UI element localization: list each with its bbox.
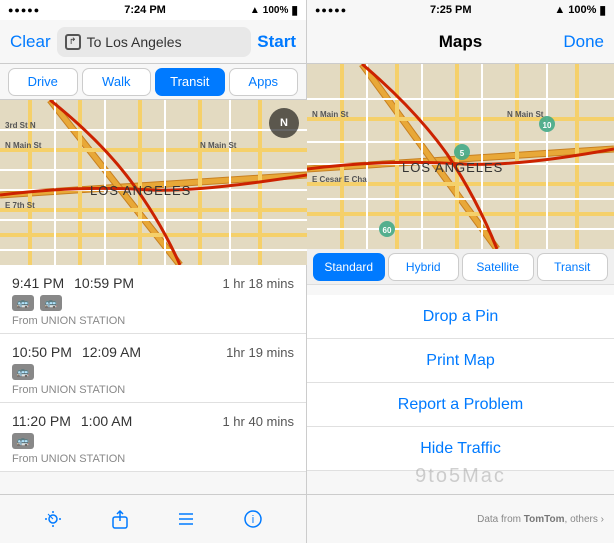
battery-right: 100% — [568, 4, 596, 16]
signal-right: ●●●●● — [315, 5, 347, 15]
map-left[interactable]: LOS ANGELES N Main St E 7th St 3rd St N … — [0, 100, 307, 265]
map-type-standard[interactable]: Standard — [313, 253, 385, 281]
route-item[interactable]: 9:41 PM 10:59 PM 1 hr 18 mins 🚌 🚌 From U… — [0, 265, 306, 334]
status-bar-right: ●●●●● 7:25 PM ▲ 100% ▮ — [307, 0, 614, 20]
arrive-time: 10:59 PM — [74, 275, 134, 291]
map-type-transit[interactable]: Transit — [537, 253, 609, 281]
tab-transit[interactable]: Transit — [155, 68, 225, 96]
svg-text:N Main St: N Main St — [312, 110, 349, 119]
depart-time: 11:20 PM — [12, 413, 71, 429]
turn-icon: ↱ — [65, 34, 81, 50]
bus-icon: 🚌 — [12, 295, 34, 311]
print-map-button[interactable]: Print Map — [307, 339, 614, 383]
svg-text:LOS ANGELES: LOS ANGELES — [90, 183, 191, 198]
tab-drive[interactable]: Drive — [8, 68, 78, 96]
destination-text: To Los Angeles — [87, 34, 182, 50]
svg-text:E Cesar E Cha: E Cesar E Cha — [312, 175, 367, 184]
search-box: ↱ To Los Angeles — [57, 27, 252, 57]
battery-left: 100% — [263, 5, 289, 16]
route-item[interactable]: 10:50 PM 12:09 AM 1hr 19 mins 🚌 From UNI… — [0, 334, 306, 403]
svg-text:N Main St: N Main St — [507, 110, 544, 119]
route-duration: 1hr 19 mins — [226, 345, 294, 360]
arrive-time: 1:00 AM — [81, 413, 132, 429]
attribution-text: Data from TomTom, others › — [477, 514, 604, 525]
depart-time: 9:41 PM — [12, 275, 64, 291]
svg-text:3rd St N: 3rd St N — [5, 121, 36, 130]
start-button[interactable]: Start — [257, 32, 296, 52]
route-times: 10:50 PM 12:09 AM 1hr 19 mins — [12, 344, 294, 360]
tab-bar: Drive Walk Transit Apps — [0, 64, 306, 100]
report-problem-button[interactable]: Report a Problem — [307, 383, 614, 427]
share-button[interactable] — [106, 505, 134, 533]
battery-icon-left: ▮ — [291, 3, 298, 17]
svg-text:i: i — [252, 514, 254, 526]
arrive-time: 12:09 AM — [82, 344, 141, 360]
menu-list: Drop a Pin Print Map Report a Problem Hi… — [307, 285, 614, 494]
route-icons: 🚌 — [12, 364, 294, 380]
bottom-toolbar-right: Data from TomTom, others › — [307, 494, 614, 543]
hide-traffic-button[interactable]: Hide Traffic — [307, 427, 614, 471]
right-panel: ●●●●● 7:25 PM ▲ 100% ▮ Maps Done — [307, 0, 614, 543]
status-icons-right: ▲ 100% ▮ — [554, 3, 606, 17]
svg-text:N Main St: N Main St — [200, 141, 237, 150]
time-left: 7:24 PM — [124, 4, 166, 16]
map-type-bar: Standard Hybrid Satellite Transit — [307, 249, 614, 285]
route-from: From UNION STATION — [12, 315, 294, 327]
bus-icon: 🚌 — [12, 364, 34, 380]
info-button[interactable]: i — [239, 505, 267, 533]
location-button[interactable] — [39, 505, 67, 533]
arrow-icon-right: ▲ — [554, 4, 565, 16]
route-icons: 🚌 — [12, 433, 294, 449]
bus-icon-2: 🚌 — [40, 295, 62, 311]
status-icons-left: ▲ 100% ▮ — [250, 3, 298, 17]
time-right: 7:25 PM — [430, 4, 472, 16]
svg-text:10: 10 — [543, 121, 552, 130]
nav-bar-left: Clear ↱ To Los Angeles Start — [0, 20, 306, 64]
route-item[interactable]: 11:20 PM 1:00 AM 1 hr 40 mins 🚌 From UNI… — [0, 403, 306, 472]
svg-text:N Main St: N Main St — [5, 141, 42, 150]
signal-left: ●●●●● — [8, 5, 40, 15]
clear-button[interactable]: Clear — [10, 32, 51, 52]
bottom-toolbar-left: i — [0, 494, 306, 543]
compass: N — [269, 108, 299, 138]
route-times: 11:20 PM 1:00 AM 1 hr 40 mins — [12, 413, 294, 429]
route-times: 9:41 PM 10:59 PM 1 hr 18 mins — [12, 275, 294, 291]
left-panel: ●●●●● 7:24 PM ▲ 100% ▮ Clear ↱ To Los An… — [0, 0, 307, 543]
arrow-icon-left: ▲ — [250, 5, 260, 16]
route-icons: 🚌 🚌 — [12, 295, 294, 311]
route-duration: 1 hr 18 mins — [222, 276, 294, 291]
tab-apps[interactable]: Apps — [229, 68, 299, 96]
depart-time: 10:50 PM — [12, 344, 72, 360]
route-duration: 1 hr 40 mins — [222, 414, 294, 429]
svg-text:E 7th St: E 7th St — [5, 201, 35, 210]
status-bar-left: ●●●●● 7:24 PM ▲ 100% ▮ — [0, 0, 306, 20]
svg-text:LOS ANGELES: LOS ANGELES — [402, 160, 503, 175]
route-from: From UNION STATION — [12, 453, 294, 465]
bus-icon: 🚌 — [12, 433, 34, 449]
route-from: From UNION STATION — [12, 384, 294, 396]
nav-bar-right: Maps Done — [307, 20, 614, 64]
battery-icon-right: ▮ — [599, 3, 606, 17]
svg-text:5: 5 — [460, 149, 465, 158]
page-title: Maps — [439, 32, 482, 52]
map-type-hybrid[interactable]: Hybrid — [388, 253, 460, 281]
map-right[interactable]: LOS ANGELES 5 10 60 N Main St E Cesar E … — [307, 64, 614, 249]
map-type-satellite[interactable]: Satellite — [462, 253, 534, 281]
svg-text:60: 60 — [383, 226, 392, 235]
tab-walk[interactable]: Walk — [82, 68, 152, 96]
route-list: 9:41 PM 10:59 PM 1 hr 18 mins 🚌 🚌 From U… — [0, 265, 306, 494]
drop-pin-button[interactable]: Drop a Pin — [307, 295, 614, 339]
done-button[interactable]: Done — [563, 32, 604, 52]
list-button[interactable] — [172, 505, 200, 533]
